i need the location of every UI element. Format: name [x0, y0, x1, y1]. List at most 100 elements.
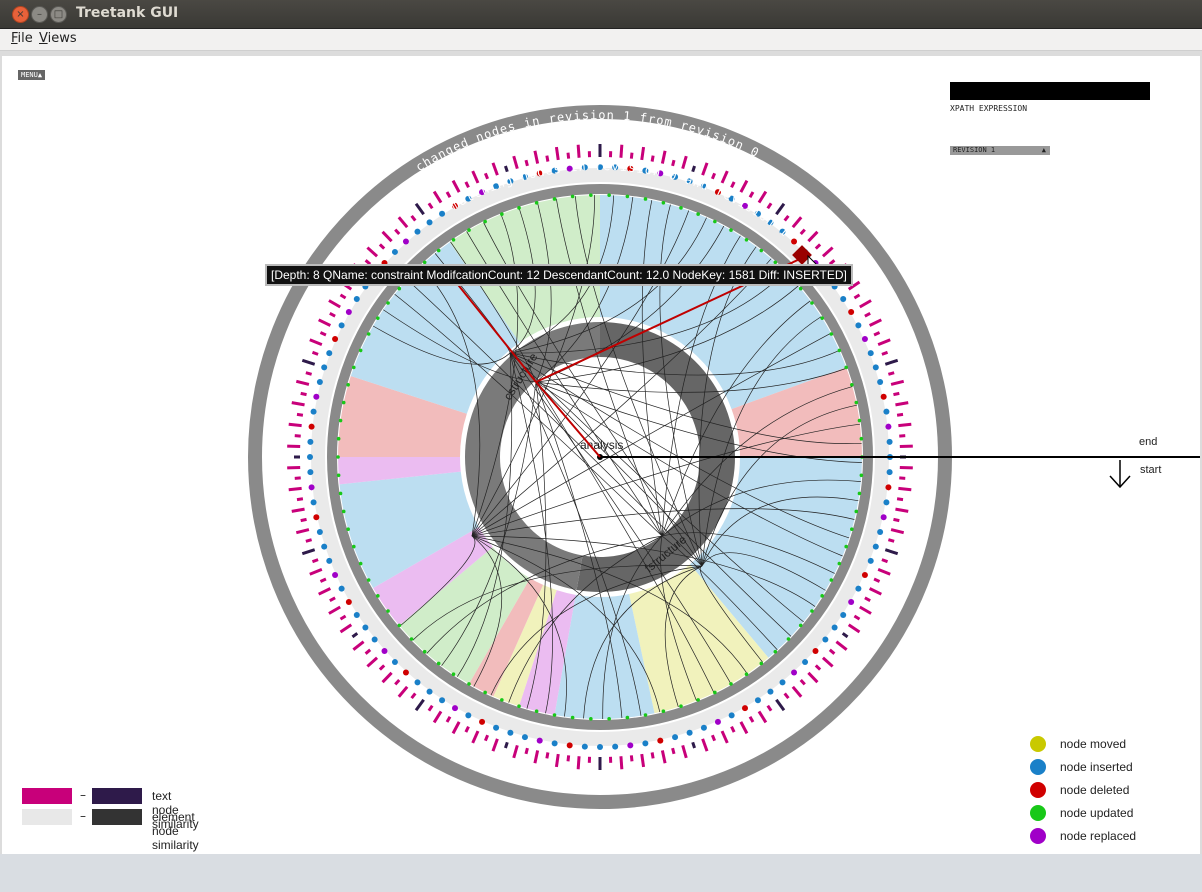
updated-node-dot — [358, 348, 363, 353]
legend-label: node moved — [1060, 737, 1127, 751]
similarity-bar — [720, 730, 729, 744]
diff-node-dot — [867, 350, 874, 357]
diff-node-dot — [885, 484, 892, 491]
diff-node-dot — [332, 571, 339, 578]
updated-node-dot — [352, 365, 356, 370]
diff-node-dot — [307, 438, 314, 445]
diff-node-dot — [326, 350, 333, 357]
diff-node-dot — [885, 423, 892, 430]
menu-views[interactable]: Views — [39, 31, 77, 46]
updated-node-dot — [336, 436, 341, 441]
similarity-bar — [397, 685, 409, 698]
similarity-bar — [524, 159, 529, 167]
diff-node-dot — [332, 336, 339, 343]
diff-node-dot — [581, 743, 588, 750]
updated-node-dot — [854, 509, 859, 514]
updated-node-dot — [773, 649, 778, 654]
updated-node-dot — [358, 561, 363, 566]
diff-node-dot — [426, 688, 433, 695]
close-window-button[interactable]: × — [12, 6, 29, 23]
minimize-window-button[interactable]: – — [31, 6, 48, 23]
diff-node-dot — [779, 679, 786, 686]
diff-node-dot — [840, 611, 847, 618]
similarity-bar — [881, 350, 889, 356]
diff-node-dot — [465, 712, 472, 719]
maximize-window-button[interactable]: □ — [50, 6, 67, 23]
updated-node-dot — [422, 649, 427, 654]
updated-node-dot — [744, 672, 749, 677]
similarity-bar — [414, 202, 425, 216]
diff-node-dot — [414, 228, 421, 235]
updated-node-dot — [844, 544, 848, 549]
updated-node-dot — [397, 286, 402, 291]
similarity-bar — [339, 614, 347, 621]
similarity-bar — [766, 202, 773, 210]
similarity-bar — [533, 750, 540, 764]
similarity-bar — [512, 155, 519, 170]
updated-node-dot — [352, 544, 356, 549]
updated-node-dot — [589, 193, 593, 197]
visualization-canvas[interactable]: MENU▲ XPATH EXPRESSION REVISION 1 ▲ chan… — [2, 56, 1200, 854]
diff-node-dot — [566, 742, 573, 749]
similarity-bar — [288, 422, 302, 428]
updated-node-dot — [552, 197, 557, 201]
similarity-bar — [650, 155, 655, 162]
diff-node-dot — [353, 296, 360, 303]
updated-node-dot — [759, 248, 764, 253]
diff-node-dot — [338, 585, 345, 592]
similarity-bar — [427, 704, 434, 712]
legend-label: node replaced — [1060, 829, 1137, 843]
dot-icon — [1030, 828, 1046, 844]
updated-node-dot — [336, 473, 341, 478]
similarity-bar — [671, 159, 676, 167]
similarity-bar — [766, 704, 773, 712]
updated-node-dot — [436, 661, 441, 666]
menu-file[interactable]: File — [11, 31, 33, 46]
similarity-bar — [445, 191, 452, 198]
similarity-bar — [329, 312, 336, 318]
updated-node-dot — [857, 418, 862, 423]
diff-node-dot — [597, 744, 603, 750]
diff-node-dot — [402, 669, 409, 676]
similarity-bar — [576, 756, 581, 770]
diff-node-dot — [880, 514, 887, 521]
diff-node-dot — [848, 599, 855, 605]
updated-node-dot — [376, 316, 380, 320]
diff-node-dot — [402, 238, 409, 245]
similarity-bar — [681, 155, 688, 170]
similarity-bar — [491, 162, 499, 176]
updated-node-dot — [500, 698, 504, 702]
updated-node-dot — [451, 237, 456, 242]
updated-node-dot — [483, 219, 487, 224]
similarity-bar — [691, 741, 696, 749]
updated-node-dot — [552, 713, 557, 717]
updated-node-dot — [837, 561, 842, 566]
similarity-bar — [710, 172, 717, 180]
similarity-bar — [868, 587, 882, 596]
similarity-bar — [381, 671, 393, 684]
text-low-swatch — [22, 788, 72, 804]
similarity-bar — [309, 567, 323, 576]
similarity-bar — [464, 725, 470, 733]
diff-node-dot — [686, 729, 693, 736]
similarity-bar — [300, 391, 307, 397]
updated-node-dot — [810, 609, 814, 613]
diff-node-dot — [313, 393, 320, 400]
similarity-bar — [566, 152, 571, 159]
sunburst-diagram[interactable]: changed nodes in revision 1 from revisio… — [2, 56, 1200, 854]
similarity-bar — [524, 747, 529, 755]
updated-node-dot — [589, 717, 593, 721]
similarity-bar — [893, 391, 900, 397]
similarity-bar — [619, 756, 624, 770]
similarity-bar — [288, 486, 302, 492]
similarity-bar — [821, 246, 834, 258]
diff-node-dot — [391, 659, 398, 666]
updated-node-dot — [451, 672, 456, 677]
updated-node-dot — [346, 382, 350, 387]
updated-node-dot — [859, 436, 864, 441]
updated-node-dot — [679, 704, 683, 708]
similarity-bar — [841, 632, 849, 639]
similarity-bar — [471, 730, 480, 744]
updated-node-dot — [661, 200, 666, 205]
similarity-bar — [828, 648, 836, 655]
